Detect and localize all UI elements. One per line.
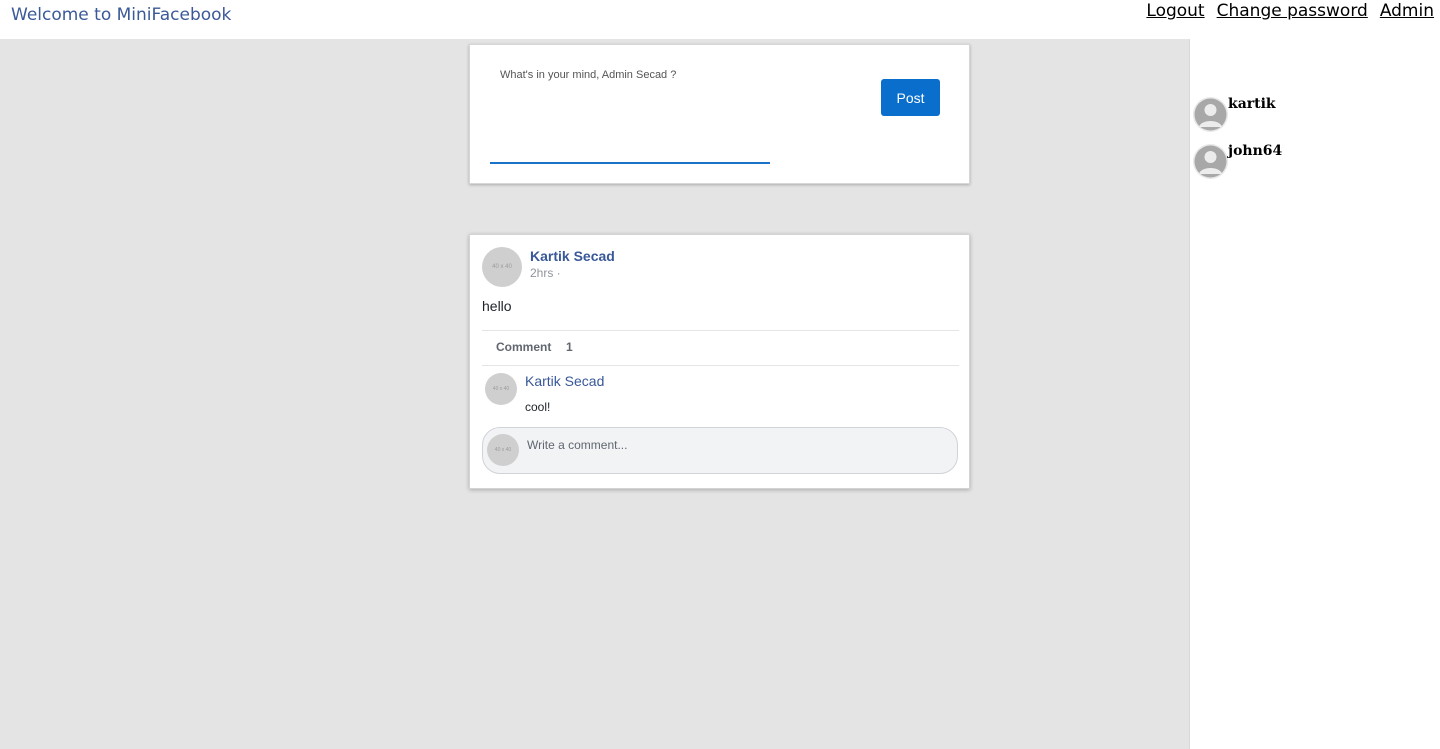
feed-area: What's in your mind, Admin Secad ? Post … [0,39,1189,749]
post-card: 40 x 40 Kartik Secad 2hrs · hello Commen… [469,234,970,489]
post-body: hello [482,298,512,314]
comment-author-name[interactable]: Kartik Secad [525,373,604,389]
top-nav: Logout Change password Admin [1146,1,1434,21]
post-author-name[interactable]: Kartik Secad [530,248,615,264]
friend-item[interactable]: john64 [1193,143,1393,180]
comment-label[interactable]: Comment [496,340,551,354]
logout-link[interactable]: Logout [1146,1,1204,21]
divider [482,365,959,366]
composer-prompt: What's in your mind, Admin Secad ? [500,69,677,81]
friend-name[interactable]: john64 [1228,143,1282,159]
user-silhouette-icon [1193,97,1228,132]
top-bar: Welcome to MiniFacebook Logout Change pa… [0,0,1440,39]
post-composer: What's in your mind, Admin Secad ? Post [469,44,970,184]
friend-item[interactable]: kartik [1193,96,1393,133]
change-password-link[interactable]: Change password [1217,1,1368,21]
post-input[interactable] [490,125,770,164]
write-comment-avatar: 40 x 40 [487,434,519,466]
comment-count: 1 [566,340,573,354]
comment-text: cool! [525,400,551,414]
post-author-avatar: 40 x 40 [482,247,522,287]
comment-input[interactable] [527,435,947,455]
admin-link[interactable]: Admin [1380,1,1434,21]
divider [482,330,959,331]
brand-title: Welcome to MiniFacebook [11,5,232,25]
comment-avatar: 40 x 40 [485,373,517,405]
write-comment-box: 40 x 40 [482,427,958,474]
user-silhouette-icon [1193,144,1228,179]
post-timestamp: 2hrs · [530,266,561,280]
post-button[interactable]: Post [881,79,940,116]
friend-name[interactable]: kartik [1228,96,1276,112]
